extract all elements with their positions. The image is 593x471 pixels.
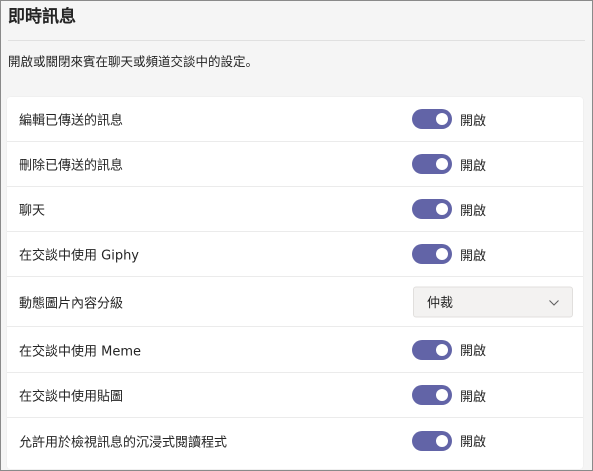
setting-row-meme: 在交談中使用 Meme 開啟 <box>7 327 583 373</box>
toggle-switch[interactable] <box>412 339 452 360</box>
setting-row-giphy: 在交談中使用 Giphy 開啟 <box>7 232 583 277</box>
toggle-state-label: 開啟 <box>460 158 487 174</box>
setting-label: 聊天 <box>19 203 46 219</box>
setting-label: 編輯已傳送的訊息 <box>19 113 124 129</box>
toggle-switch[interactable] <box>412 385 452 405</box>
toggle-knob <box>436 203 448 215</box>
setting-row-stickers: 在交談中使用貼圖 開啟 <box>7 373 583 418</box>
toggle-knob <box>436 158 448 170</box>
setting-row-delete-sent-messages: 刪除已傳送的訊息 開啟 <box>7 142 583 187</box>
setting-label: 允許用於檢視訊息的沉浸式閱讀程式 <box>19 435 228 450</box>
toggle-knob <box>436 113 448 125</box>
chevron-down-icon <box>549 299 559 306</box>
edit-sent-messages-toggle[interactable]: 開啟 <box>412 109 486 129</box>
setting-row-chat: 聊天 開啟 <box>7 187 583 232</box>
toggle-state-label: 開啟 <box>460 389 487 405</box>
setting-row-giphy-content-rating: 動態圖片內容分級 仲裁 <box>7 277 583 327</box>
toggle-knob <box>436 389 448 401</box>
dropdown-selected-value: 仲裁 <box>427 296 454 311</box>
delete-sent-messages-toggle[interactable]: 開啟 <box>412 154 486 174</box>
toggle-knob <box>436 248 448 260</box>
giphy-toggle[interactable]: 開啟 <box>412 244 486 264</box>
giphy-rating-dropdown[interactable]: 仲裁 <box>413 286 573 317</box>
setting-row-edit-sent-messages: 編輯已傳送的訊息 開啟 <box>7 97 583 142</box>
page-title: 即時訊息 <box>8 7 76 27</box>
toggle-state-label: 開啟 <box>460 248 487 264</box>
immersive-reader-toggle[interactable]: 開啟 <box>412 430 487 451</box>
toggle-knob <box>436 434 448 447</box>
toggle-switch[interactable] <box>412 199 452 219</box>
toggle-knob <box>436 343 448 356</box>
toggle-switch[interactable] <box>412 154 452 174</box>
toggle-state-label: 開啟 <box>460 435 487 450</box>
stickers-toggle[interactable]: 開啟 <box>412 385 486 405</box>
setting-label: 在交談中使用貼圖 <box>19 389 124 405</box>
toggle-state-label: 開啟 <box>460 113 487 129</box>
chat-toggle[interactable]: 開啟 <box>412 199 486 219</box>
setting-label: 在交談中使用 Giphy <box>19 248 140 264</box>
page-description: 開啟或關閉來賓在聊天或頻道交談中的設定。 <box>8 54 259 69</box>
toggle-state-label: 開啟 <box>460 344 487 359</box>
settings-card: 編輯已傳送的訊息 開啟 刪除已傳送的訊息 開啟 聊天 開啟 在交談中使用 Gip… <box>7 97 583 469</box>
setting-label: 在交談中使用 Meme <box>19 344 142 359</box>
setting-label: 刪除已傳送的訊息 <box>19 158 124 174</box>
toggle-switch[interactable] <box>412 430 452 451</box>
toggle-switch[interactable] <box>412 109 452 129</box>
setting-label: 動態圖片內容分級 <box>19 296 124 311</box>
toggle-switch[interactable] <box>412 244 452 264</box>
title-divider <box>8 40 585 41</box>
meme-toggle[interactable]: 開啟 <box>412 339 487 360</box>
toggle-state-label: 開啟 <box>460 203 487 219</box>
settings-panel: 即時訊息 開啟或關閉來賓在聊天或頻道交談中的設定。 編輯已傳送的訊息 開啟 刪除… <box>0 0 593 471</box>
setting-row-immersive-reader: 允許用於檢視訊息的沉浸式閱讀程式 開啟 <box>7 418 583 463</box>
